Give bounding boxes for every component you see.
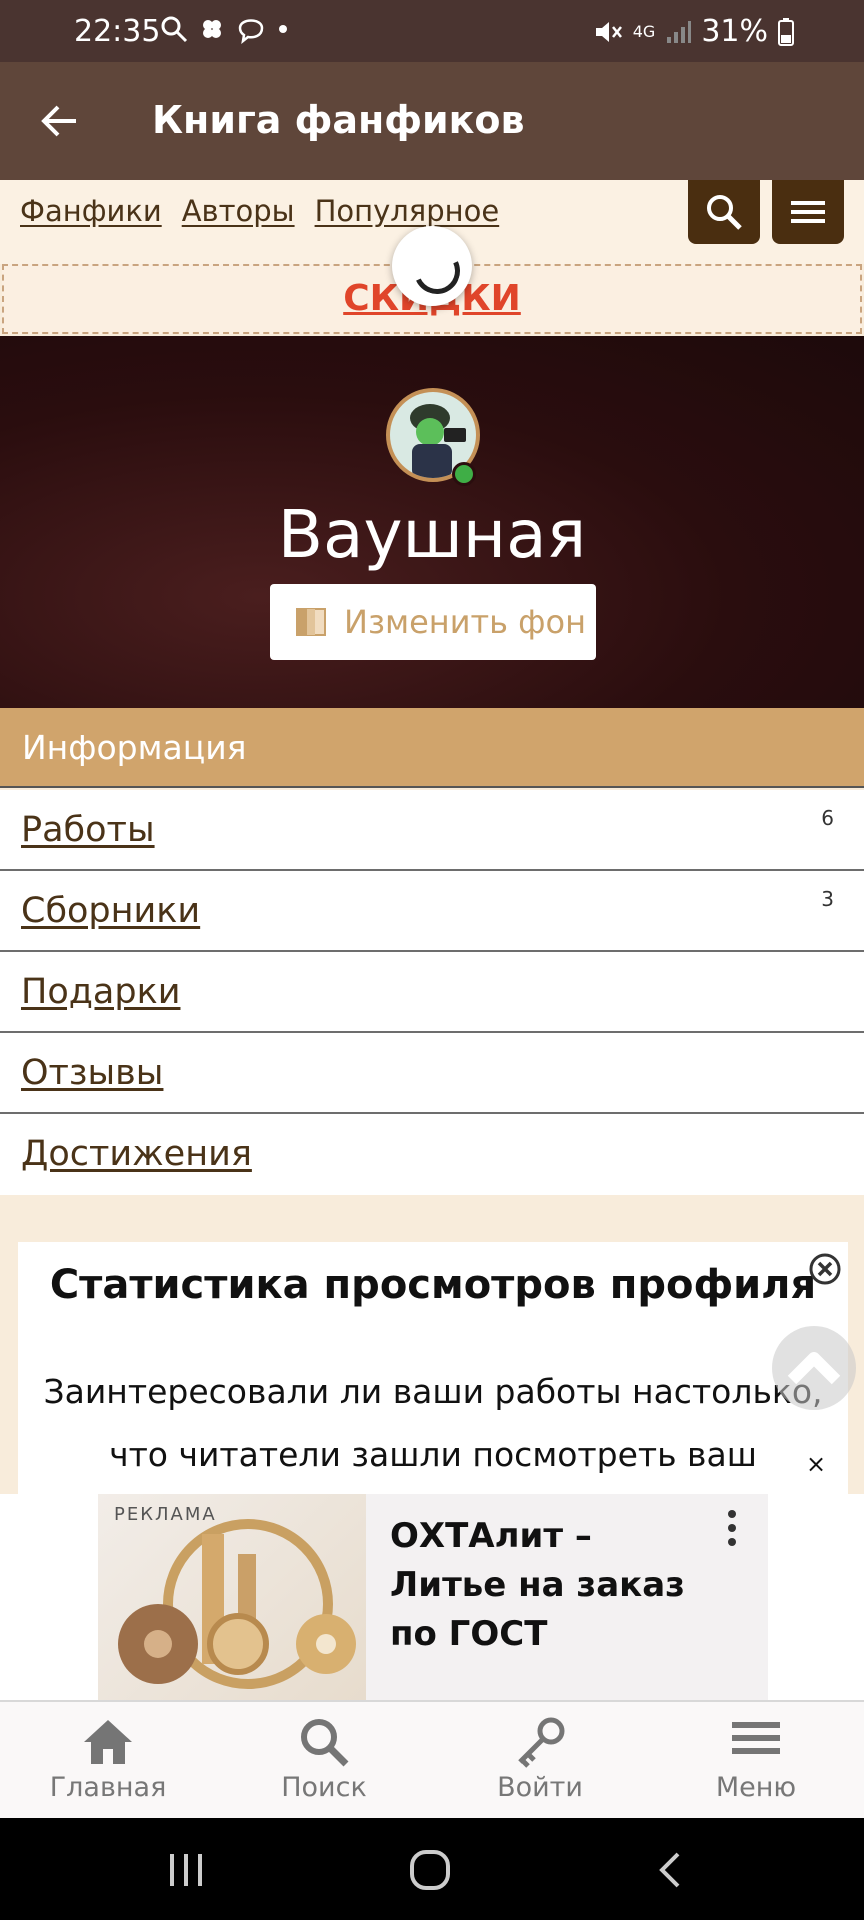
bottom-nav-home-label: Главная xyxy=(49,1772,167,1803)
collections-link[interactable]: Сборники xyxy=(21,891,200,931)
list-item-reviews[interactable]: Отзывы xyxy=(0,1033,864,1114)
list-item-gifts[interactable]: Подарки xyxy=(0,952,864,1033)
list-item-collections[interactable]: Сборники 3 xyxy=(0,871,864,952)
nav-link-fanfics[interactable]: Фанфики xyxy=(20,194,162,228)
bottom-nav-search[interactable]: Поиск xyxy=(216,1702,432,1818)
search-icon xyxy=(707,195,742,230)
profile-header: Ваушная Изменить фон xyxy=(0,336,864,708)
flower-notification-icon xyxy=(203,20,221,38)
change-background-button[interactable]: Изменить фон xyxy=(270,584,596,660)
online-status-dot xyxy=(452,462,476,486)
achievements-link[interactable]: Достижения xyxy=(21,1134,252,1174)
bottom-nav-login[interactable]: Войти xyxy=(432,1702,648,1818)
dot-icon xyxy=(279,25,287,33)
scroll-to-top-button[interactable] xyxy=(772,1326,856,1410)
status-time: 22:35 xyxy=(74,14,161,49)
info-list: Работы 6 Сборники 3 Подарки Отзывы Дости… xyxy=(0,790,864,1195)
ad-label: РЕКЛАМА xyxy=(114,1504,217,1525)
ad-banner[interactable]: РЕКЛАМА ОХТАлит – Литье на заказ по ГОСТ xyxy=(98,1494,768,1700)
status-notification-icons xyxy=(160,14,288,44)
chevron-up-icon xyxy=(787,1352,841,1385)
gifts-link[interactable]: Подарки xyxy=(21,972,180,1012)
battery-percent: 31% xyxy=(701,14,768,49)
system-nav-bar xyxy=(0,1818,864,1920)
list-item-works[interactable]: Работы 6 xyxy=(0,790,864,871)
stats-card-text: Заинтересовали ли ваши работы настолько,… xyxy=(43,1372,823,1474)
mute-icon xyxy=(595,21,622,42)
background-icon xyxy=(296,608,326,636)
info-section-heading: Информация xyxy=(0,708,864,788)
status-bar: 22:35 4G 31% xyxy=(0,0,864,62)
recent-apps-icon[interactable] xyxy=(166,1852,206,1888)
search-notification-icon xyxy=(161,16,188,43)
collections-count: 3 xyxy=(821,887,834,911)
stats-card-title: Статистика просмотров профиля xyxy=(49,1262,817,1308)
bottom-nav-menu[interactable]: Меню xyxy=(648,1702,864,1818)
signal-icon xyxy=(667,20,692,43)
network-type: 4G xyxy=(632,21,656,41)
ad-container: РЕКЛАМА ОХТАлит – Литье на заказ по ГОСТ xyxy=(0,1494,864,1700)
key-icon xyxy=(518,1717,565,1768)
site-menu-button[interactable] xyxy=(772,180,844,244)
profile-stats-card: Статистика просмотров профиля Заинтересо… xyxy=(18,1242,848,1494)
bottom-nav: Главная Поиск Войти Меню xyxy=(0,1700,864,1818)
home-button-icon[interactable] xyxy=(408,1848,452,1892)
list-item-achievements[interactable]: Достижения xyxy=(0,1114,864,1195)
ad-text[interactable]: ОХТАлит – Литье на заказ по ГОСТ xyxy=(390,1512,690,1659)
bottom-nav-search-label: Поиск xyxy=(281,1772,367,1803)
menu-icon xyxy=(732,1722,780,1754)
reviews-link[interactable]: Отзывы xyxy=(21,1053,163,1093)
works-link[interactable]: Работы xyxy=(21,810,155,850)
bottom-nav-login-label: Войти xyxy=(497,1772,583,1803)
battery-icon xyxy=(778,17,794,46)
close-circle-icon[interactable] xyxy=(808,1252,842,1286)
site-search-button[interactable] xyxy=(688,180,760,244)
nav-link-authors[interactable]: Авторы xyxy=(182,194,295,228)
back-arrow-icon[interactable] xyxy=(36,98,82,144)
bottom-nav-menu-label: Меню xyxy=(715,1772,797,1803)
home-icon xyxy=(84,1720,132,1764)
ad-close-button[interactable]: × xyxy=(806,1450,826,1478)
back-button-icon[interactable] xyxy=(656,1850,684,1890)
nav-link-popular[interactable]: Популярное xyxy=(315,194,500,228)
change-background-label: Изменить фон xyxy=(344,603,587,641)
hamburger-menu-icon xyxy=(791,201,825,223)
works-count: 6 xyxy=(821,806,834,830)
viber-icon xyxy=(238,19,264,44)
app-bar: Книга фанфиков xyxy=(0,62,864,180)
bottom-nav-home[interactable]: Главная xyxy=(0,1702,216,1818)
app-title: Книга фанфиков xyxy=(152,98,525,142)
status-system-icons: 4G 31% xyxy=(593,14,794,49)
profile-username: Ваушная xyxy=(277,496,587,573)
search-icon xyxy=(301,1719,349,1767)
more-options-icon[interactable] xyxy=(726,1508,738,1548)
loading-spinner xyxy=(392,226,472,306)
